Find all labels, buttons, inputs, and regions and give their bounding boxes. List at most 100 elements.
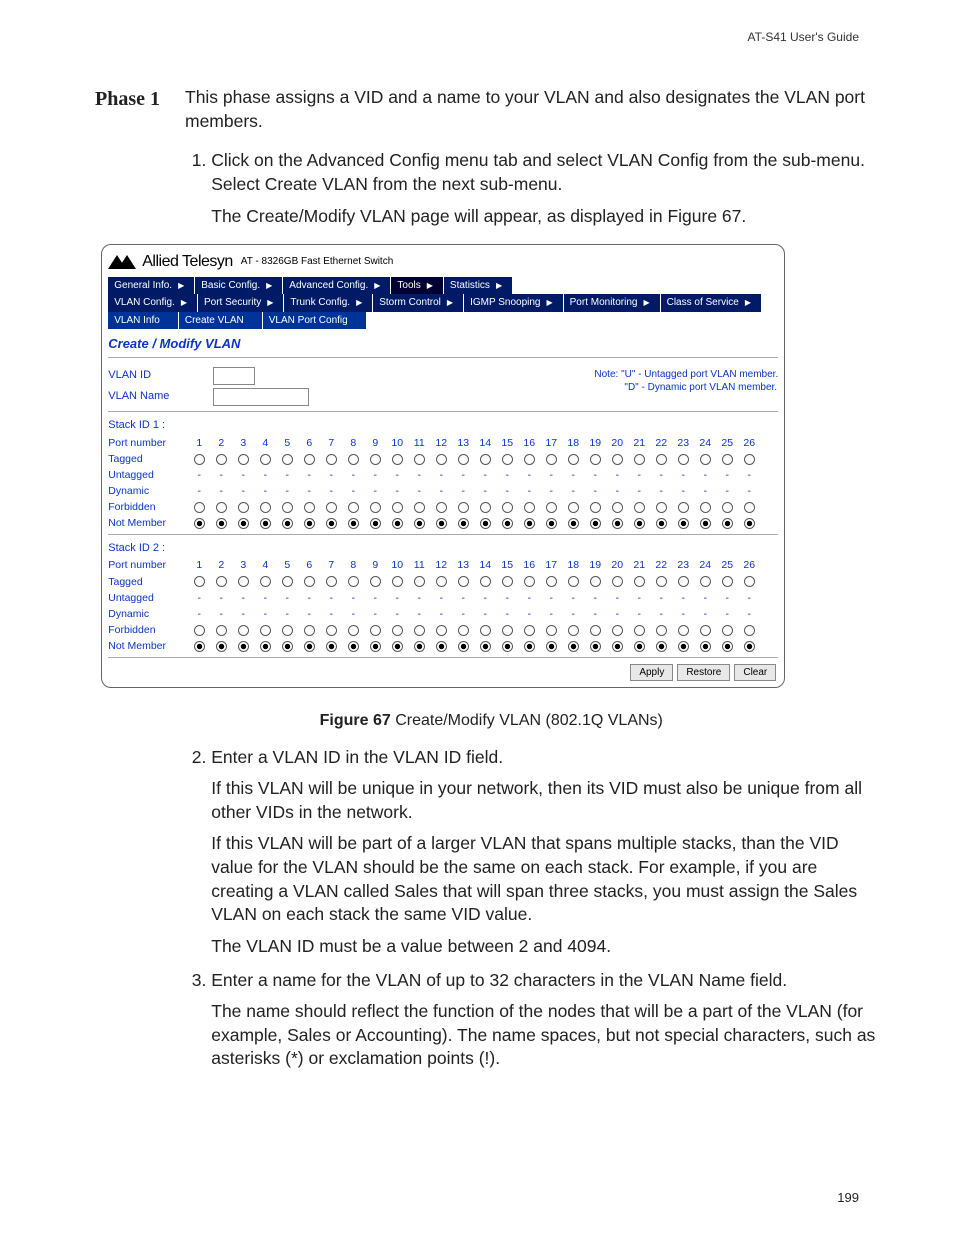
port-radio[interactable] (298, 499, 320, 515)
port-radio[interactable] (606, 622, 628, 638)
port-radio-selected[interactable] (562, 515, 584, 531)
port-radio[interactable] (562, 622, 584, 638)
port-radio[interactable] (540, 574, 562, 590)
port-radio-selected[interactable] (474, 515, 496, 531)
port-radio[interactable] (188, 574, 210, 590)
menu-tab[interactable]: General Info.▶ (108, 277, 195, 295)
port-radio-selected[interactable] (430, 515, 452, 531)
port-radio-selected[interactable] (562, 638, 584, 654)
port-radio[interactable] (474, 451, 496, 467)
port-radio[interactable] (364, 622, 386, 638)
port-radio[interactable] (518, 622, 540, 638)
port-radio[interactable] (540, 499, 562, 515)
port-radio-selected[interactable] (474, 638, 496, 654)
submenu-tab[interactable]: VLAN Info (108, 312, 179, 330)
port-radio-selected[interactable] (298, 515, 320, 531)
port-radio-selected[interactable] (276, 515, 298, 531)
port-radio[interactable] (364, 499, 386, 515)
port-radio[interactable] (738, 499, 760, 515)
port-radio[interactable] (254, 622, 276, 638)
menu-tab[interactable]: IGMP Snooping▶ (464, 294, 564, 312)
port-radio[interactable] (430, 622, 452, 638)
port-radio-selected[interactable] (210, 638, 232, 654)
port-radio[interactable] (342, 574, 364, 590)
port-radio[interactable] (606, 451, 628, 467)
port-radio[interactable] (650, 499, 672, 515)
port-radio[interactable] (210, 451, 232, 467)
port-radio-selected[interactable] (364, 638, 386, 654)
port-radio-selected[interactable] (452, 638, 474, 654)
apply-button[interactable]: Apply (630, 664, 673, 682)
port-radio-selected[interactable] (540, 515, 562, 531)
menu-tab[interactable]: Tools▶ (391, 277, 444, 295)
submenu-tab[interactable]: Create VLAN (179, 312, 263, 330)
menu-tab[interactable]: Trunk Config.▶ (284, 294, 373, 312)
menu-tab[interactable]: VLAN Config.▶ (108, 294, 198, 312)
port-radio-selected[interactable] (452, 515, 474, 531)
port-radio[interactable] (452, 451, 474, 467)
port-radio[interactable] (518, 499, 540, 515)
port-radio[interactable] (606, 574, 628, 590)
port-radio-selected[interactable] (210, 515, 232, 531)
clear-button[interactable]: Clear (734, 664, 776, 682)
port-radio[interactable] (474, 622, 496, 638)
port-radio[interactable] (408, 574, 430, 590)
port-radio-selected[interactable] (496, 515, 518, 531)
port-radio[interactable] (408, 622, 430, 638)
port-radio[interactable] (694, 499, 716, 515)
port-radio[interactable] (694, 574, 716, 590)
port-radio-selected[interactable] (540, 638, 562, 654)
port-radio[interactable] (452, 499, 474, 515)
port-radio[interactable] (628, 622, 650, 638)
port-radio-selected[interactable] (628, 638, 650, 654)
port-radio-selected[interactable] (628, 515, 650, 531)
port-radio[interactable] (584, 451, 606, 467)
port-radio[interactable] (518, 451, 540, 467)
port-radio[interactable] (232, 622, 254, 638)
port-radio-selected[interactable] (694, 515, 716, 531)
port-radio[interactable] (672, 574, 694, 590)
port-radio-selected[interactable] (738, 515, 760, 531)
port-radio[interactable] (694, 622, 716, 638)
port-radio-selected[interactable] (606, 638, 628, 654)
port-radio[interactable] (452, 622, 474, 638)
port-radio[interactable] (320, 622, 342, 638)
port-radio[interactable] (210, 574, 232, 590)
port-radio[interactable] (210, 622, 232, 638)
port-radio[interactable] (562, 451, 584, 467)
port-radio-selected[interactable] (254, 515, 276, 531)
port-radio[interactable] (232, 499, 254, 515)
port-radio[interactable] (474, 499, 496, 515)
port-radio-selected[interactable] (254, 638, 276, 654)
port-radio[interactable] (650, 451, 672, 467)
port-radio-selected[interactable] (716, 515, 738, 531)
port-radio[interactable] (342, 622, 364, 638)
port-radio[interactable] (430, 499, 452, 515)
port-radio[interactable] (298, 574, 320, 590)
port-radio-selected[interactable] (408, 638, 430, 654)
port-radio[interactable] (474, 574, 496, 590)
port-radio[interactable] (320, 499, 342, 515)
port-radio[interactable] (496, 574, 518, 590)
menu-tab[interactable]: Port Security▶ (198, 294, 284, 312)
port-radio[interactable] (408, 451, 430, 467)
port-radio[interactable] (606, 499, 628, 515)
port-radio-selected[interactable] (496, 638, 518, 654)
port-radio-selected[interactable] (518, 638, 540, 654)
port-radio[interactable] (298, 451, 320, 467)
vlan-id-input[interactable] (213, 367, 255, 385)
port-radio[interactable] (430, 574, 452, 590)
port-radio-selected[interactable] (298, 638, 320, 654)
port-radio-selected[interactable] (342, 515, 364, 531)
port-radio-selected[interactable] (320, 638, 342, 654)
port-radio-selected[interactable] (584, 638, 606, 654)
submenu-tab[interactable]: VLAN Port Config (263, 312, 367, 330)
port-radio[interactable] (342, 451, 364, 467)
port-radio[interactable] (430, 451, 452, 467)
port-radio[interactable] (562, 574, 584, 590)
vlan-name-input[interactable] (213, 388, 309, 406)
port-radio-selected[interactable] (342, 638, 364, 654)
port-radio[interactable] (716, 622, 738, 638)
port-radio[interactable] (386, 622, 408, 638)
menu-tab[interactable]: Class of Service▶ (661, 294, 762, 312)
